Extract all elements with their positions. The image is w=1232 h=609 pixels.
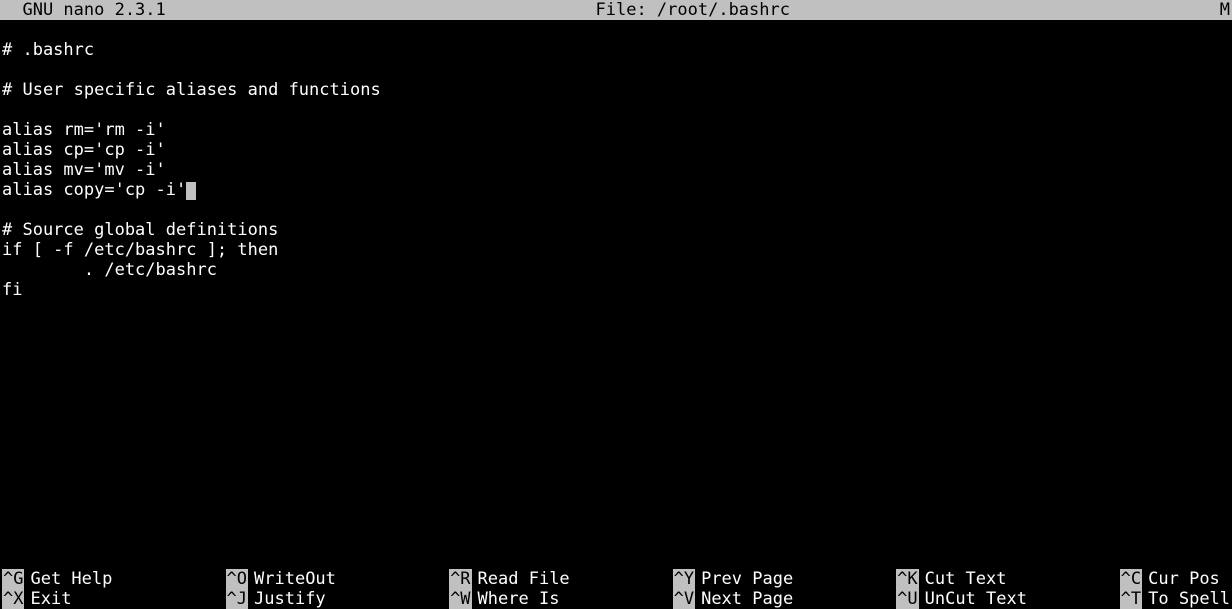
shortcut-item[interactable]: ^X Exit xyxy=(2,589,226,609)
text-cursor xyxy=(186,182,196,200)
shortcut-label: UnCut Text xyxy=(925,589,1027,609)
shortcut-label: Read File xyxy=(478,569,570,589)
shortcut-label: Get Help xyxy=(30,569,112,589)
shortcut-label: Cur Pos xyxy=(1148,569,1230,589)
title-bar: GNU nano 2.3.1 File: /root/.bashrc M xyxy=(0,0,1232,20)
editor-line: alias cp='cp -i' xyxy=(2,140,1230,160)
shortcut-label: Exit xyxy=(30,589,71,609)
editor-area[interactable]: # .bashrc # User specific aliases and fun… xyxy=(0,20,1232,569)
editor-line: alias rm='rm -i' xyxy=(2,120,1230,140)
file-path-label: File: /root/.bashrc xyxy=(166,0,1220,20)
shortcut-key: ^G xyxy=(2,569,24,589)
shortcut-label: Prev Page xyxy=(701,569,793,589)
shortcut-key: ^O xyxy=(226,569,248,589)
shortcut-item[interactable]: ^C Cur Pos xyxy=(1120,569,1230,589)
shortcut-bar: ^G Get Help ^O WriteOut ^R Read File ^Y Prev Pa… xyxy=(0,569,1232,609)
shortcut-label: Cut Text xyxy=(925,569,1007,589)
shortcut-key: ^T xyxy=(1120,589,1142,609)
shortcut-key: ^R xyxy=(449,569,471,589)
shortcut-item[interactable]: ^G Get Help xyxy=(2,569,226,589)
shortcut-label: Where Is xyxy=(478,589,560,609)
shortcut-item[interactable]: ^R Read File xyxy=(449,569,673,589)
editor-line xyxy=(2,20,1230,40)
editor-line: if [ -f /etc/bashrc ]; then xyxy=(2,240,1230,260)
shortcut-item[interactable]: ^Y Prev Page xyxy=(673,569,897,589)
shortcut-label: Justify xyxy=(254,589,326,609)
shortcut-item[interactable]: ^K Cut Text xyxy=(896,569,1120,589)
modified-indicator: M xyxy=(1220,0,1230,20)
shortcut-row-1: ^G Get Help ^O WriteOut ^R Read File ^Y Prev Pa… xyxy=(2,569,1230,589)
shortcut-label: Next Page xyxy=(701,589,793,609)
shortcut-key: ^W xyxy=(449,589,471,609)
editor-line: . /etc/bashrc xyxy=(2,260,1230,280)
shortcut-row-2: ^X Exit ^J Justify ^W Where Is ^V Next Page ^U Un… xyxy=(2,589,1230,609)
editor-line xyxy=(2,200,1230,220)
shortcut-key: ^U xyxy=(896,589,918,609)
shortcut-item[interactable]: ^J Justify xyxy=(226,589,450,609)
editor-line xyxy=(2,100,1230,120)
shortcut-key: ^C xyxy=(1120,569,1142,589)
editor-line: fi xyxy=(2,280,1230,300)
editor-line: # User specific aliases and functions xyxy=(2,80,1230,100)
editor-line: alias copy='cp -i' xyxy=(2,180,1230,200)
shortcut-key: ^V xyxy=(673,589,695,609)
shortcut-item[interactable]: ^T To Spell xyxy=(1120,589,1230,609)
shortcut-label: WriteOut xyxy=(254,569,336,589)
shortcut-item[interactable]: ^U UnCut Text xyxy=(896,589,1120,609)
editor-line: # .bashrc xyxy=(2,40,1230,60)
shortcut-key: ^J xyxy=(226,589,248,609)
editor-line xyxy=(2,60,1230,80)
editor-line: # Source global definitions xyxy=(2,220,1230,240)
shortcut-item[interactable]: ^O WriteOut xyxy=(226,569,450,589)
shortcut-item[interactable]: ^V Next Page xyxy=(673,589,897,609)
shortcut-key: ^Y xyxy=(673,569,695,589)
shortcut-item[interactable]: ^W Where Is xyxy=(449,589,673,609)
app-name: GNU nano 2.3.1 xyxy=(2,0,166,20)
shortcut-label: To Spell xyxy=(1148,589,1230,609)
editor-line: alias mv='mv -i' xyxy=(2,160,1230,180)
shortcut-key: ^X xyxy=(2,589,24,609)
shortcut-key: ^K xyxy=(896,569,918,589)
